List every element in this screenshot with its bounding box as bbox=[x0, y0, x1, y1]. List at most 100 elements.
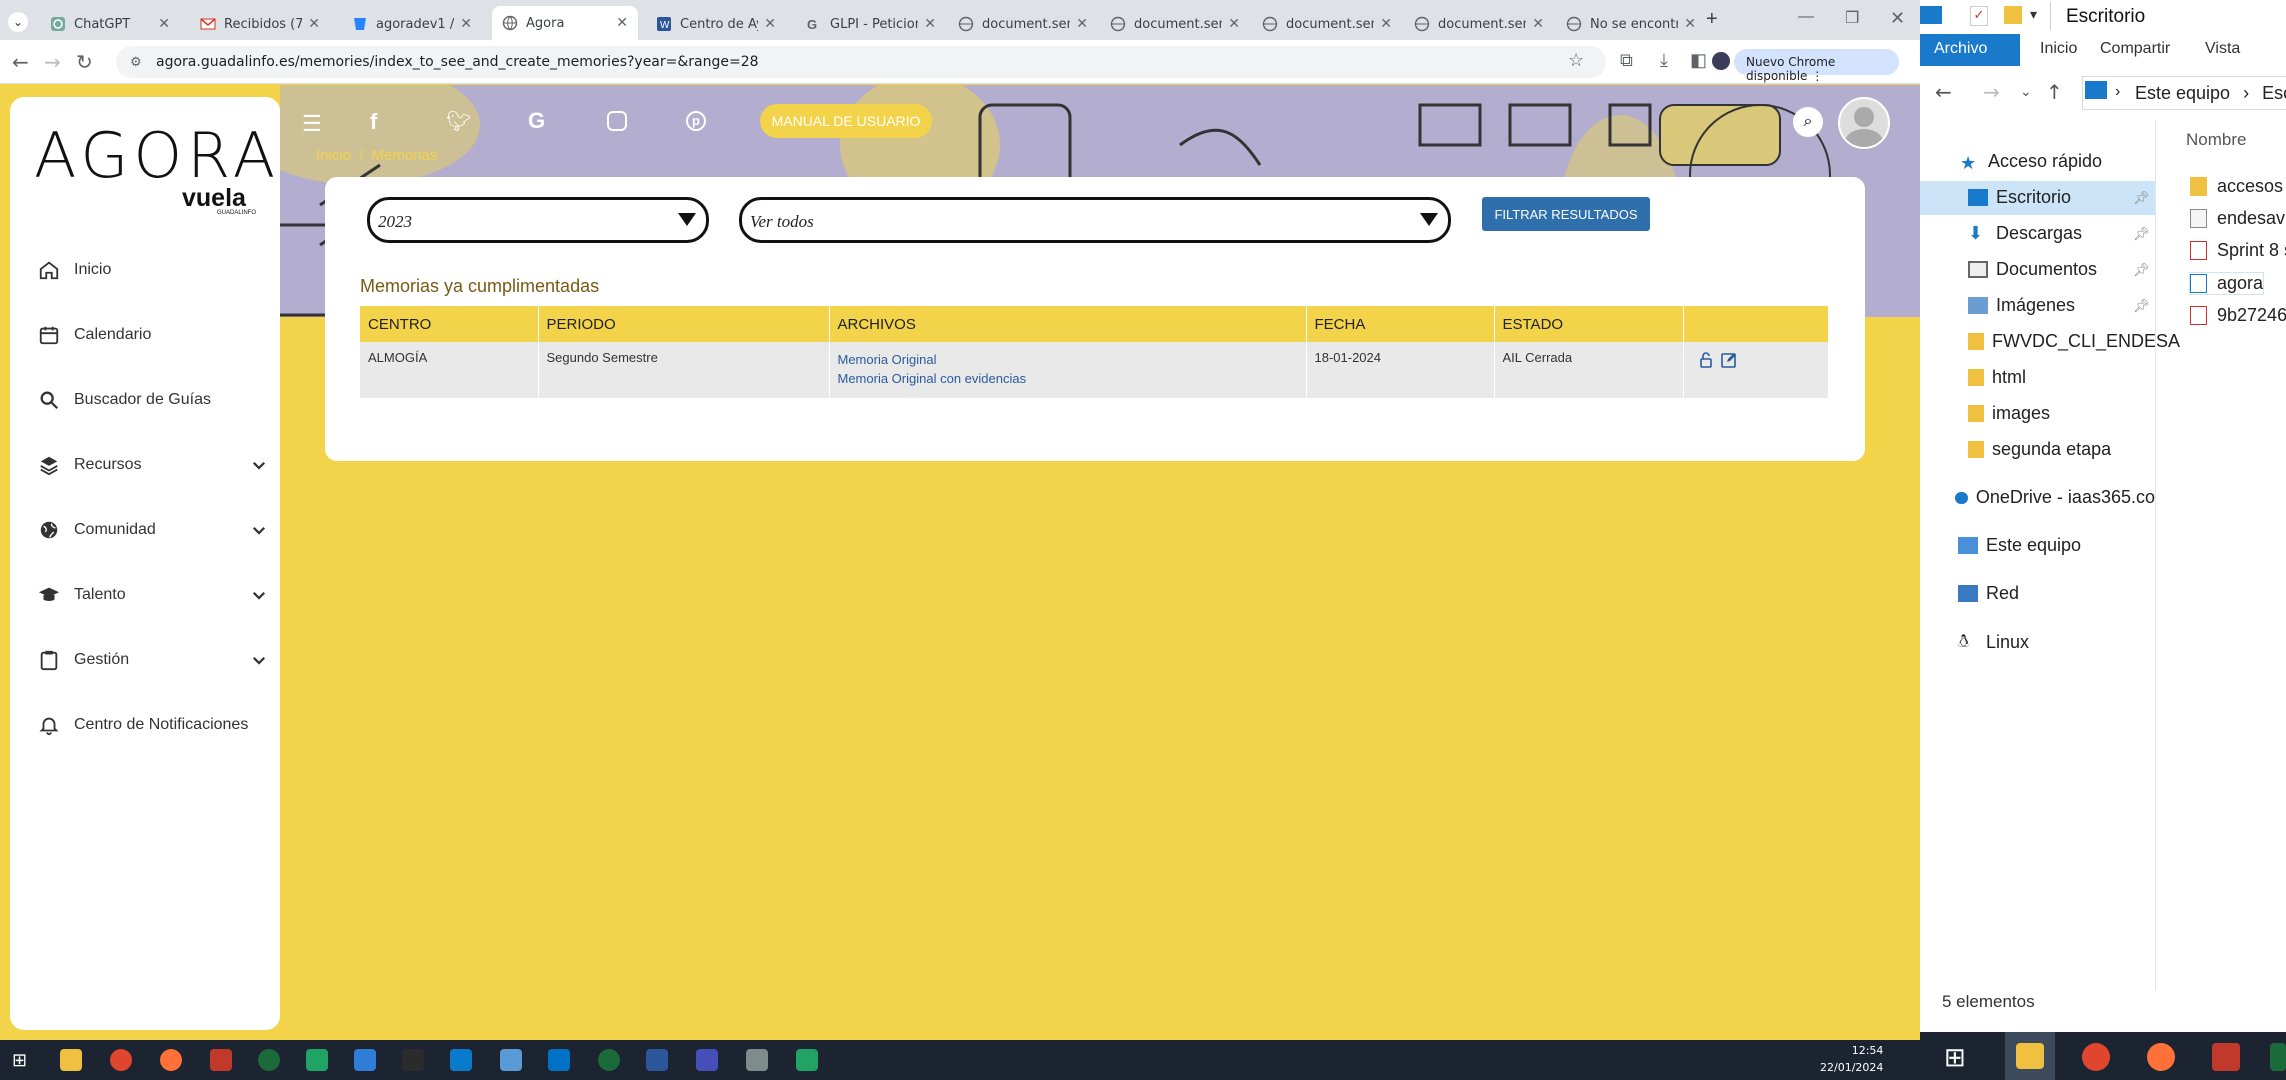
hs-icon[interactable] bbox=[2270, 1043, 2286, 1071]
pin-icon[interactable]: 📌︎ bbox=[2133, 190, 2150, 206]
tab-document-2[interactable]: document.send ✕ bbox=[1100, 8, 1250, 40]
close-icon[interactable]: ✕ bbox=[1076, 16, 1088, 32]
tab-not-found[interactable]: No se encontr ✕ bbox=[1556, 8, 1706, 40]
chrome-icon[interactable] bbox=[110, 1049, 132, 1071]
close-icon[interactable]: ✕ bbox=[1380, 16, 1392, 32]
properties-icon[interactable]: ✓ bbox=[1970, 6, 1988, 26]
calculator-icon[interactable] bbox=[746, 1049, 768, 1071]
profile-avatar[interactable] bbox=[1712, 52, 1730, 70]
chevron-down-icon[interactable] bbox=[250, 456, 268, 474]
reload-icon[interactable]: ↻ bbox=[76, 50, 93, 74]
bookmark-star-icon[interactable]: ☆ bbox=[1568, 50, 1584, 71]
app-icon[interactable] bbox=[2212, 1043, 2240, 1071]
pin-icon[interactable]: 📌︎ bbox=[2133, 298, 2150, 314]
tab-glpi[interactable]: G GLPI - Peticion ✕ bbox=[796, 8, 946, 40]
recent-locations-icon[interactable]: ⌄ bbox=[2020, 84, 2032, 100]
tree-item-network[interactable]: Red bbox=[1958, 583, 2019, 604]
ribbon-tab-vista[interactable]: Vista bbox=[2205, 40, 2240, 58]
download-icon[interactable]: ⤓ bbox=[1660, 50, 1668, 71]
tab-bitbucket[interactable]: agoradev1 / ag ✕ bbox=[342, 8, 482, 40]
range-select[interactable]: Ver todos bbox=[739, 197, 1451, 243]
tab-document-1[interactable]: document.send ✕ bbox=[948, 8, 1098, 40]
tab-document-4[interactable]: document.send ✕ bbox=[1404, 8, 1554, 40]
url-text[interactable]: agora.guadalinfo.es/memories/index_to_se… bbox=[156, 54, 759, 70]
breadcrumb-home[interactable]: Inicio bbox=[316, 147, 351, 164]
back-arrow-icon[interactable]: ← bbox=[12, 50, 29, 74]
extensions-icon[interactable]: ⧉ bbox=[1620, 50, 1633, 71]
quick-access-dropdown-icon[interactable]: ▾ bbox=[2030, 6, 2037, 23]
shield-icon[interactable] bbox=[354, 1049, 376, 1071]
edit-icon[interactable] bbox=[1721, 352, 1737, 368]
notepad-icon[interactable] bbox=[500, 1049, 522, 1071]
tree-item-images[interactable]: images bbox=[1968, 403, 2050, 424]
file-item[interactable]: accesos d bbox=[2190, 176, 2286, 197]
agora-logo[interactable]: AGORA bbox=[34, 119, 280, 192]
folder-icon[interactable] bbox=[2004, 6, 2022, 24]
tree-item-quick-access[interactable]: ★ Acceso rápido bbox=[1960, 151, 2102, 173]
close-icon[interactable]: ✕ bbox=[924, 16, 936, 32]
file-explorer-icon[interactable] bbox=[2016, 1043, 2044, 1069]
file-item[interactable]: agora bbox=[2188, 272, 2265, 295]
chevron-down-icon[interactable] bbox=[250, 521, 268, 539]
chevron-down-icon[interactable] bbox=[250, 651, 268, 669]
path-segment[interactable]: Este equipo bbox=[2135, 83, 2230, 103]
close-window-button[interactable]: ✕ bbox=[1890, 8, 1905, 29]
manual-button[interactable]: MANUAL DE USUARIO bbox=[760, 104, 932, 138]
tree-item-escritorio[interactable]: Escritorio bbox=[1968, 187, 2071, 208]
taskbar-clock[interactable]: 12:54 22/01/2024 bbox=[1820, 1042, 1883, 1076]
snipping-icon[interactable] bbox=[796, 1049, 818, 1071]
filter-results-button[interactable]: FILTRAR RESULTADOS bbox=[1482, 197, 1650, 231]
windows-start-icon[interactable]: ⊞ bbox=[12, 1050, 27, 1071]
tab-gmail[interactable]: Recibidos (7.01 ✕ bbox=[190, 8, 330, 40]
pin-icon[interactable]: 📌︎ bbox=[2133, 262, 2150, 278]
twitter-icon[interactable]: 🐦︎ bbox=[446, 109, 471, 134]
tree-item-segunda-etapa[interactable]: segunda etapa bbox=[1968, 439, 2111, 460]
pane-divider[interactable] bbox=[2155, 120, 2156, 990]
google-icon[interactable]: G bbox=[528, 108, 545, 134]
nav-item-recursos[interactable]: Recursos bbox=[38, 454, 268, 476]
file-item[interactable]: Sprint 8 s bbox=[2190, 240, 2286, 261]
nav-item-talento[interactable]: Talento bbox=[38, 584, 268, 606]
year-select[interactable]: 2023 bbox=[367, 197, 709, 243]
close-icon[interactable]: ✕ bbox=[1532, 16, 1544, 32]
side-panel-icon[interactable]: ◧ bbox=[1690, 50, 1707, 71]
new-tab-button[interactable]: + bbox=[1706, 8, 1718, 31]
chrome-update-button[interactable]: Nuevo Chrome disponible ⋮ bbox=[1734, 49, 1899, 83]
windows-start-icon[interactable]: ⊞ bbox=[1944, 1042, 1966, 1073]
vscode-icon[interactable] bbox=[450, 1049, 472, 1071]
user-avatar[interactable] bbox=[1838, 97, 1890, 149]
column-header-name[interactable]: Nombre bbox=[2186, 130, 2246, 150]
tree-item-onedrive[interactable]: OneDrive - iaas365.co bbox=[1955, 487, 2155, 508]
tab-document-3[interactable]: document.send ✕ bbox=[1252, 8, 1402, 40]
explorer-address-bar[interactable]: › Este equipo › Esc bbox=[2082, 76, 2286, 110]
tree-item-this-pc[interactable]: Este equipo bbox=[1958, 535, 2081, 556]
nav-item-buscador[interactable]: Buscador de Guías bbox=[38, 389, 268, 411]
forward-arrow-icon[interactable]: → bbox=[1983, 80, 2000, 104]
tree-item-documentos[interactable]: Documentos bbox=[1968, 259, 2097, 280]
hamburger-menu-icon[interactable]: ☰ bbox=[302, 111, 322, 137]
forward-arrow-icon[interactable]: → bbox=[44, 50, 61, 74]
close-icon[interactable]: ✕ bbox=[1228, 16, 1240, 32]
outlook-icon[interactable] bbox=[548, 1049, 570, 1071]
teams-icon[interactable] bbox=[696, 1049, 718, 1071]
close-icon[interactable]: ✕ bbox=[460, 16, 472, 32]
back-arrow-icon[interactable]: ← bbox=[1935, 80, 1952, 104]
close-icon[interactable]: ✕ bbox=[1684, 16, 1696, 32]
search-icon[interactable]: ⌕ bbox=[1793, 107, 1823, 137]
nav-item-gestion[interactable]: Gestión bbox=[38, 649, 268, 671]
minimize-button[interactable]: — bbox=[1798, 8, 1814, 26]
firefox-icon[interactable] bbox=[160, 1049, 182, 1071]
firefox-icon[interactable] bbox=[2147, 1043, 2175, 1071]
ribbon-tab-compartir[interactable]: Compartir bbox=[2100, 40, 2170, 58]
file-explorer-icon[interactable] bbox=[60, 1049, 82, 1071]
nav-item-comunidad[interactable]: Comunidad bbox=[38, 519, 268, 541]
tab-agora[interactable]: Agora ✕ bbox=[492, 6, 638, 40]
tab-search-chevron-icon[interactable]: ⌄ bbox=[8, 12, 28, 32]
hs-icon[interactable] bbox=[258, 1049, 280, 1071]
tree-item-linux[interactable]: 🐧︎ Linux bbox=[1958, 631, 2029, 654]
tree-item-html[interactable]: html bbox=[1968, 367, 2026, 388]
tree-item-imagenes[interactable]: Imágenes bbox=[1968, 295, 2075, 316]
file-item[interactable]: endesavp bbox=[2190, 208, 2286, 229]
close-icon[interactable]: ✕ bbox=[158, 16, 170, 32]
tree-item-fwvdc[interactable]: FWVDC_CLI_ENDESA bbox=[1968, 331, 2180, 352]
